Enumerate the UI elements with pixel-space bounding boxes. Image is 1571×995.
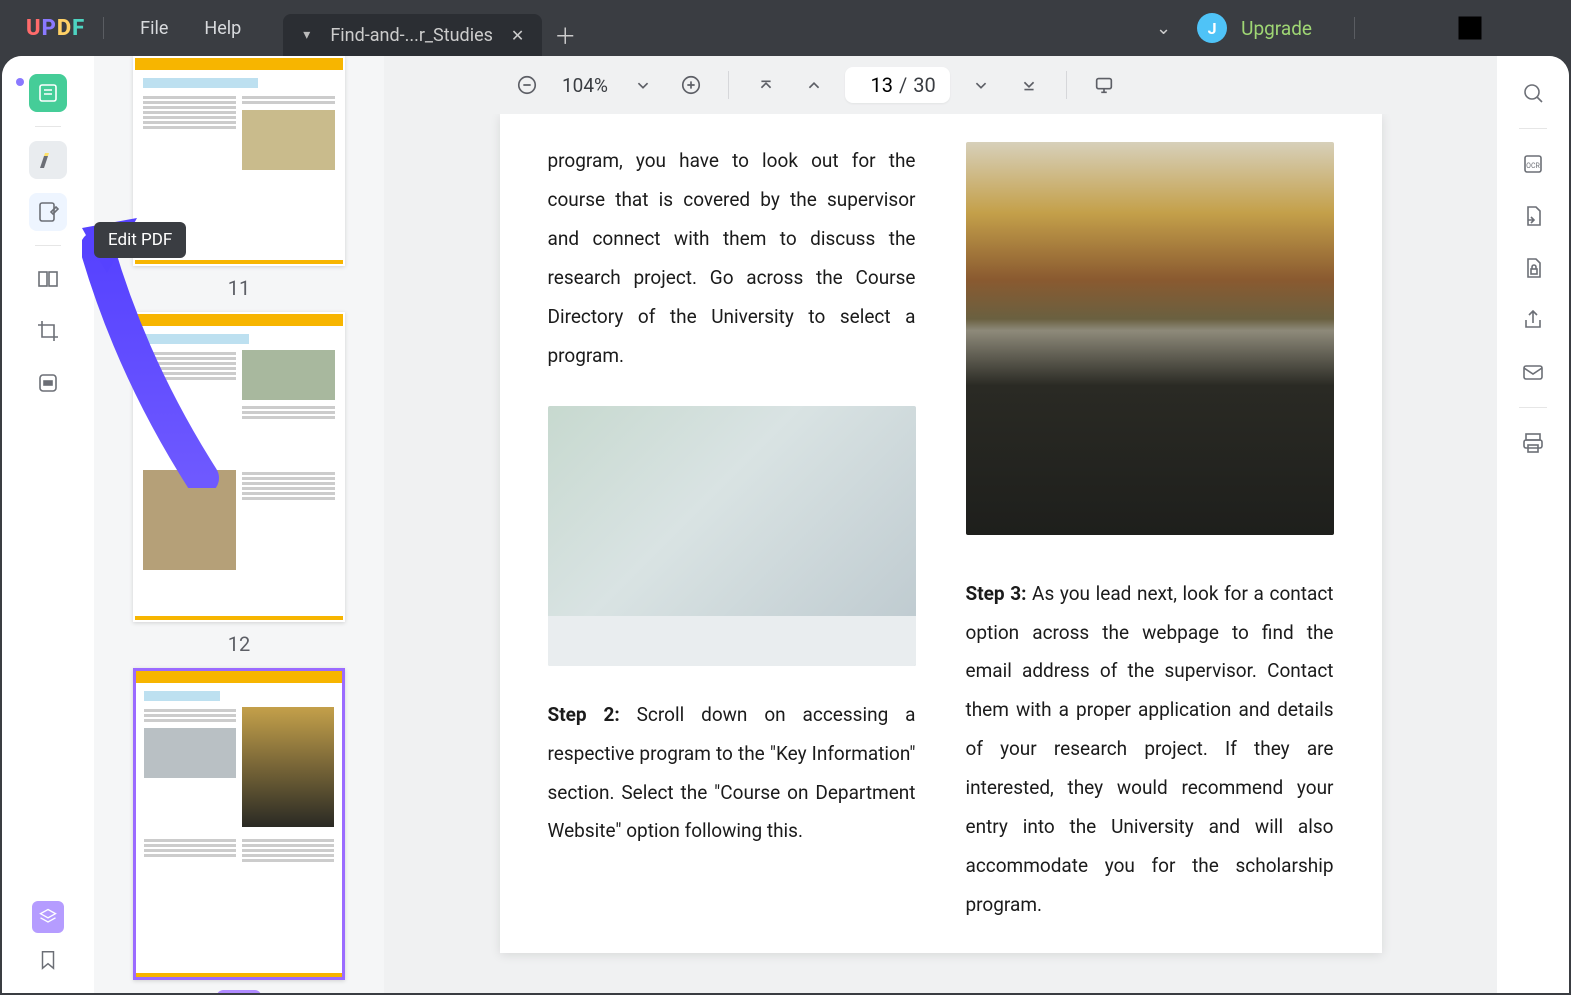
pdf-page: program, you have to look out for the co… [500,114,1382,953]
edit-pdf-tooltip: Edit PDF [94,222,186,258]
recent-dropdown-icon[interactable]: ⌄ [1150,18,1177,39]
thumb-number-current: 13 [217,990,261,993]
crop-pages-button[interactable] [29,312,67,350]
page-number-input[interactable] [859,73,893,97]
page-image-students [548,406,916,666]
tab-title: Find-and-...r_Studies [330,25,493,46]
viewer-toolbar: 104% / 30 [384,56,1497,114]
document-tab[interactable]: ▾ Find-and-...r_Studies ✕ [283,14,542,56]
first-page-button[interactable] [749,68,783,102]
svg-text:OCR: OCR [1526,162,1540,170]
protect-button[interactable] [1516,251,1550,285]
bookmarks-panel-button[interactable] [37,949,59,975]
next-page-button[interactable] [964,68,998,102]
print-button[interactable] [1516,426,1550,460]
paragraph: program, you have to look out for the co… [548,142,916,376]
ocr-button[interactable]: OCR [1516,147,1550,181]
separator [1066,71,1067,99]
divider [1354,17,1355,39]
redact-button[interactable] [29,364,67,402]
thumb-number: 12 [228,632,250,656]
separator [35,245,61,246]
page-image-cambridge [966,142,1334,535]
separator [1519,407,1547,408]
thumbnails-panel-button[interactable] [32,901,64,933]
thumbnails-panel[interactable]: 11 [94,56,384,993]
file-menu[interactable]: File [122,18,186,39]
step-label: Step 3: [966,582,1027,605]
zoom-value: 104% [558,74,612,97]
separator [1519,128,1547,129]
page-number-box[interactable]: / 30 [845,67,950,103]
ai-indicator-dot [16,78,24,86]
page-sep: / [899,73,907,97]
thumbnail-page-11[interactable]: 11 [124,56,354,300]
email-button[interactable] [1516,355,1550,389]
thumb-number: 11 [228,276,250,300]
window-minimize-button[interactable] [1387,8,1433,48]
prev-page-button[interactable] [797,68,831,102]
zoom-in-button[interactable] [674,68,708,102]
thumbnail-page-12[interactable]: 12 [124,312,354,656]
separator [728,71,729,99]
right-sidebar: OCR [1497,56,1569,993]
edit-pdf-button[interactable] [29,193,67,231]
reader-mode-button[interactable] [29,74,67,112]
last-page-button[interactable] [1012,68,1046,102]
upgrade-button[interactable]: Upgrade [1241,17,1312,40]
share-button[interactable] [1516,303,1550,337]
paragraph: Step 3: As you lead next, look for a con… [966,575,1334,925]
convert-button[interactable] [1516,199,1550,233]
separator [35,126,61,127]
zoom-out-button[interactable] [510,68,544,102]
search-button[interactable] [1516,76,1550,110]
app-logo: UPDF [26,16,85,41]
titlebar: UPDF File Help ▾ Find-and-...r_Studies ✕… [0,0,1571,56]
new-tab-button[interactable]: ＋ [546,14,584,56]
window-maximize-button[interactable] [1447,8,1493,48]
divider [103,17,104,39]
comment-tool-button[interactable] [29,141,67,179]
help-menu[interactable]: Help [186,18,259,39]
avatar[interactable]: J [1197,13,1227,43]
tab-close-icon[interactable]: ✕ [507,26,528,45]
page-total: 30 [913,73,935,97]
left-sidebar [2,56,94,993]
step-text: As you lead next, look for a contact opt… [966,582,1334,917]
step-label: Step 2: [548,703,620,726]
organize-pages-button[interactable] [29,260,67,298]
window-close-button[interactable] [1507,8,1553,48]
tab-menu-chevron-icon[interactable]: ▾ [297,27,316,43]
slideshow-button[interactable] [1087,68,1121,102]
thumbnail-page-13[interactable]: 13 [124,668,354,993]
document-viewer: 104% / 30 program, you [384,56,1497,993]
zoom-dropdown-icon[interactable] [626,68,660,102]
page-scroll-area[interactable]: program, you have to look out for the co… [384,114,1497,993]
paragraph: Step 2: Scroll down on accessing a respe… [548,696,916,852]
